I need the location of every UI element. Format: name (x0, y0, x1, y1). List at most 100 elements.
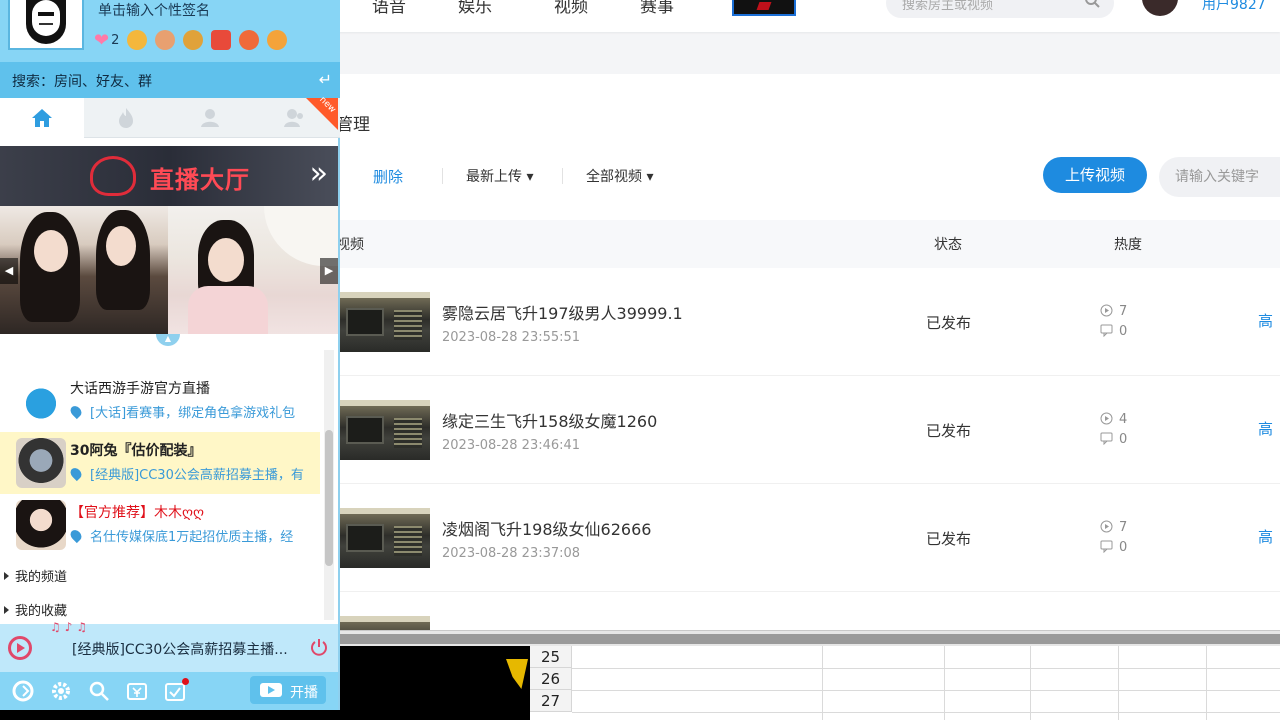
row-action-link[interactable]: 高 (1258, 418, 1273, 439)
crest-icon[interactable] (183, 30, 204, 50)
heart-count: 2 (111, 32, 120, 48)
row-header[interactable]: 26 (530, 668, 572, 690)
divider (442, 168, 443, 184)
row-header[interactable]: 25 (530, 646, 572, 668)
grid-line (822, 646, 823, 720)
character-icon[interactable] (155, 30, 176, 50)
chevron-down-icon: ▾ (526, 169, 534, 185)
tab-friends[interactable] (168, 98, 252, 138)
wallet-icon[interactable] (126, 680, 148, 702)
tab-hot[interactable] (84, 98, 168, 138)
streamer-avatar (16, 500, 66, 550)
upload-date: 2023-08-28 23:37:08 (442, 546, 581, 561)
medal-icon[interactable] (127, 30, 148, 50)
search-input[interactable]: 搜索：房间、好友、群 (12, 71, 152, 91)
grid-line (944, 646, 945, 720)
nav-item-events[interactable]: 赛事 (640, 0, 674, 17)
user-name[interactable]: 用户9827 (1202, 0, 1266, 14)
grid-line (572, 712, 1280, 713)
live-hall-banner[interactable]: 直播大厅 » (0, 146, 338, 206)
play-count-value: 7 (1119, 304, 1128, 319)
figure-face (106, 226, 136, 266)
list-item[interactable]: 大话西游手游官方直播 [大话]看赛事，绑定角色拿游戏礼包 (0, 370, 320, 432)
video-thumbnail[interactable] (338, 292, 430, 352)
spreadsheet-grid[interactable]: 25 26 27 (530, 646, 1280, 720)
status-badge: 已发布 (926, 422, 972, 440)
user-icon (201, 109, 219, 127)
anniversary-icon[interactable] (239, 30, 260, 50)
user-avatar[interactable] (1142, 0, 1178, 16)
search-icon[interactable] (88, 680, 110, 702)
scope-dropdown[interactable]: 全部视频 ▾ (586, 166, 653, 186)
fire-icon (119, 108, 133, 128)
tab-home[interactable] (0, 98, 84, 138)
play-icon (1100, 412, 1113, 425)
video-thumbnail[interactable] (338, 400, 430, 460)
video-thumbnail[interactable] (338, 508, 430, 568)
play-icon[interactable] (8, 636, 32, 660)
channel-title: 大话西游手游官方直播 (70, 381, 210, 397)
row-header[interactable]: 27 (530, 690, 572, 712)
avatar[interactable] (8, 0, 84, 50)
keyword-search-input[interactable] (1159, 157, 1280, 197)
channel-subtitle-text: [大话]看赛事，绑定角色拿游戏礼包 (90, 406, 296, 421)
row-action-link[interactable]: 高 (1258, 526, 1273, 547)
expand-toggle[interactable]: ▲ (156, 334, 180, 346)
stream-thumbnail[interactable] (168, 206, 338, 334)
nav-item-voice[interactable]: 语音 (372, 0, 406, 17)
heart-icon[interactable]: ❤ (94, 30, 109, 51)
table-row[interactable]: 凌烟阁飞升198级女仙62666 2023-08-28 23:37:08 已发布… (330, 484, 1280, 592)
comment-count-value: 0 (1119, 324, 1128, 339)
streamer-subtitle-text: [经典版]CC30公会高薪招募主播，有 (90, 468, 304, 483)
video-title[interactable]: 雾隐云居飞升197级男人39999.1 (442, 300, 683, 324)
now-playing-bar[interactable]: ♫♪♫ [经典版]CC30公会高薪招募主播... (0, 620, 338, 672)
nav-search[interactable]: 搜索房主或视频 (886, 0, 1114, 18)
app-icon[interactable] (506, 659, 528, 689)
enter-icon[interactable]: ↵ (319, 70, 332, 89)
table-row[interactable]: 缘定三生飞升158级女魔1260 2023-08-28 23:46:41 已发布… (330, 376, 1280, 484)
comment-count: 0 (1100, 324, 1127, 339)
now-playing-text: [经典版]CC30公会高薪招募主播... (72, 642, 288, 658)
video-title[interactable]: 凌烟阁飞升198级女仙62666 (442, 516, 651, 540)
achievement-icon[interactable] (267, 30, 288, 50)
figure-face (208, 238, 244, 282)
nav-logo[interactable] (732, 0, 796, 16)
status-badge: 已发布 (926, 530, 972, 548)
row-action-link[interactable]: 高 (1258, 310, 1273, 331)
vertical-scrollbar[interactable] (324, 350, 334, 620)
list-item[interactable]: 【官方推荐】木木ღღ 名仕传媒保底1万起招优质主播，经 (0, 494, 320, 556)
delete-button[interactable]: 删除 (373, 166, 403, 187)
chevron-right-icon[interactable]: » (310, 156, 328, 191)
shield-icon[interactable] (211, 30, 232, 50)
gear-icon[interactable] (50, 680, 72, 702)
cc-app-icon[interactable] (12, 680, 34, 702)
management-panel: 管理 删除 最新上传 ▾ 全部视频 ▾ 上传视频 视频 状态 热度 雾隐云居飞升… (330, 74, 1280, 700)
upload-date: 2023-08-28 23:46:41 (442, 438, 581, 453)
featured-streams (0, 206, 338, 334)
grid-line (1206, 646, 1207, 720)
horizontal-scrollbar[interactable] (340, 630, 1280, 646)
search-icon[interactable] (1084, 0, 1100, 8)
divider (562, 168, 563, 184)
list-item[interactable]: 30阿兔『估价配装』 [经典版]CC30公会高薪招募主播，有 (0, 432, 320, 494)
nav-item-video[interactable]: 视频 (554, 0, 588, 17)
scrollbar-thumb[interactable] (325, 430, 333, 566)
table-row[interactable]: 雾隐云居飞升197级男人39999.1 2023-08-28 23:55:51 … (330, 268, 1280, 376)
carousel-next-button[interactable]: ▶ (320, 258, 338, 284)
stream-thumbnail[interactable] (0, 206, 168, 334)
section-my-favorites[interactable]: 我的收藏 (4, 600, 67, 619)
grid-line (1118, 646, 1119, 720)
video-title[interactable]: 缘定三生飞升158级女魔1260 (442, 408, 657, 432)
section-my-channels[interactable]: 我的频道 (4, 566, 67, 585)
power-icon[interactable] (310, 638, 328, 656)
scrollbar-thumb[interactable] (340, 634, 1280, 644)
sort-dropdown[interactable]: 最新上传 ▾ (466, 166, 533, 186)
spreadsheet-window: 25 26 27 (340, 646, 1280, 720)
nav-item-entertainment[interactable]: 娱乐 (458, 0, 492, 17)
tab-bar (0, 98, 340, 138)
search-bar[interactable]: 搜索：房间、好友、群 ↵ (0, 62, 340, 98)
carousel-prev-button[interactable]: ◀ (0, 258, 18, 284)
upload-video-button[interactable]: 上传视频 (1043, 157, 1147, 193)
signature-input[interactable]: 单击输入个性签名 (98, 0, 210, 20)
start-live-button[interactable]: 开播 (250, 676, 326, 704)
